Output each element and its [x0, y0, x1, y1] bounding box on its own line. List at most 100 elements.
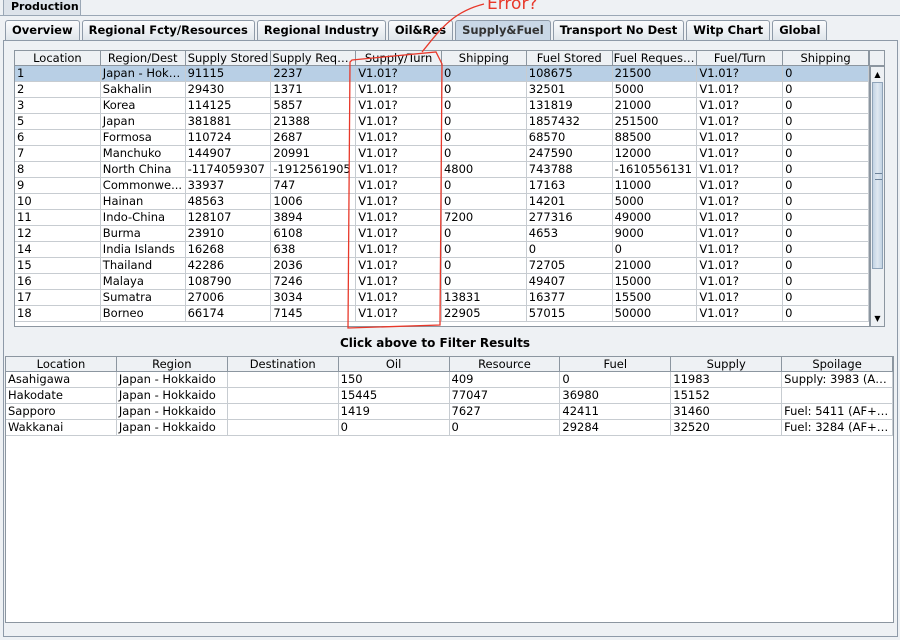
detail-table-column-header[interactable]: Location [6, 357, 117, 371]
supply-fuel-table-cell: V1.01? [356, 98, 442, 113]
detail-table-cell: 11983 [671, 372, 783, 387]
supply-fuel-table-row[interactable]: 18 Borneo 66174 7145 V1.01? 22905 57015 50000 V1… [15, 306, 869, 322]
supply-fuel-table-cell: 743788 [527, 162, 613, 177]
supply-fuel-table-cell: 2237 [271, 66, 357, 81]
detail-table-cell [228, 388, 339, 403]
supply-fuel-table-row[interactable]: 17 Sumatra 27006 3034 V1.01? 13831 16377 15500 V… [15, 290, 869, 306]
supply-fuel-table-cell: 2 [15, 82, 101, 97]
supply-fuel-table-cell: 16 [15, 274, 101, 289]
tab-witp-chart[interactable]: Witp Chart [686, 20, 771, 40]
supply-fuel-table-row[interactable]: 2 Sakhalin 29430 1371 V1.01? 0 32501 5000 V1.01?… [15, 82, 869, 98]
supply-fuel-table-cell: V1.01? [356, 226, 442, 241]
detail-table-row[interactable]: Wakkanai Japan - Hokkaido 0 0 29284 32520 Fuel… [6, 420, 893, 436]
supply-fuel-table-cell: 21000 [613, 98, 698, 113]
detail-table-column-header[interactable]: Spoilage [782, 357, 893, 371]
detail-table-row[interactable]: Asahigawa Japan - Hokkaido 150 409 0 11983 Sup… [6, 372, 893, 388]
detail-table-column-header[interactable]: Resource [450, 357, 561, 371]
supply-fuel-table-cell: 0 [783, 178, 869, 193]
supply-fuel-table-row[interactable]: 9 Commonwe... 33937 747 V1.01? 0 17163 11000 V1.… [15, 178, 869, 194]
supply-fuel-table-cell: 0 [783, 274, 869, 289]
tab-overview[interactable]: Overview [5, 20, 80, 40]
supply-fuel-table-cell: 3894 [271, 210, 357, 225]
scroll-down-icon[interactable]: ▼ [871, 311, 884, 326]
supply-fuel-table-cell: Burma [101, 226, 186, 241]
tab-supply-fuel[interactable]: Supply&Fuel [455, 20, 551, 40]
supply-fuel-table-column-header[interactable]: Shipping [783, 51, 869, 65]
supply-fuel-table-cell: V1.01? [697, 66, 784, 81]
supply-fuel-table-cell: 66174 [186, 306, 272, 321]
supply-fuel-table-row[interactable]: 10 Hainan 48563 1006 V1.01? 0 14201 5000 V1.01? 0 [15, 194, 869, 210]
supply-fuel-table-cell: 0 [442, 98, 527, 113]
supply-fuel-table-cell: 247590 [527, 146, 613, 161]
supply-fuel-table-column-header[interactable]: Fuel/Turn [697, 51, 784, 65]
supply-fuel-table-column-header[interactable]: Region/Dest [101, 51, 186, 65]
tab-transport-no-dest[interactable]: Transport No Dest [552, 20, 685, 40]
supply-fuel-table-cell: 12 [15, 226, 101, 241]
supply-fuel-table-cell: 0 [783, 82, 869, 97]
supply-fuel-table-cell: V1.01? [356, 146, 442, 161]
vertical-scrollbar[interactable]: ▲ ▼ [870, 66, 885, 327]
tab-regional-fcty-resources[interactable]: Regional Fcty/Resources [81, 20, 255, 40]
supply-fuel-table-cell: 0 [783, 194, 869, 209]
supply-fuel-table-row[interactable]: 12 Burma 23910 6108 V1.01? 0 4653 9000 V1.01? 0 [15, 226, 869, 242]
supply-fuel-table-column-header[interactable]: Supply/Turn [356, 51, 442, 65]
supply-fuel-table-row[interactable]: 8 North China -1174059307 -1912561905 V1.01?… [15, 162, 869, 178]
detail-table-column-header[interactable]: Fuel [560, 357, 672, 371]
supply-fuel-table-cell: V1.01? [356, 130, 442, 145]
detail-table-cell: 15152 [671, 388, 783, 403]
supply-fuel-table-row[interactable]: 14 India Islands 16268 638 V1.01? 0 0 0 V1.01? 0 [15, 242, 869, 258]
supply-fuel-table-row[interactable]: 1 Japan - Hokk... 91115 2237 V1.01? 0 108675 21… [15, 66, 869, 82]
detail-table-row[interactable]: Sapporo Japan - Hokkaido 1419 7627 42411 3146… [6, 404, 893, 420]
supply-fuel-table-row[interactable]: 6 Formosa 110724 2687 V1.01? 0 68570 88500 V1.01… [15, 130, 869, 146]
tab-global[interactable]: Global [772, 20, 828, 40]
detail-table: Location Region Destination Oil Resource Fuel… [5, 356, 894, 623]
detail-table-cell: Hakodate [6, 388, 117, 403]
supply-fuel-table-cell: V1.01? [697, 290, 784, 305]
supply-fuel-table-row[interactable]: 16 Malaya 108790 7246 V1.01? 0 49407 15000 V1.01… [15, 274, 869, 290]
supply-fuel-table-cell: V1.01? [697, 194, 784, 209]
tab-regional-industry[interactable]: Regional Industry [256, 20, 386, 40]
supply-fuel-table-cell: 0 [783, 98, 869, 113]
tab-bar: Overview Regional Fcty/Resources Regiona… [5, 20, 829, 41]
detail-table-cell: 1419 [339, 404, 450, 419]
supply-fuel-table-cell: V1.01? [697, 114, 784, 129]
supply-fuel-table-row[interactable]: 5 Japan 381881 21388 V1.01? 0 1857432 251500 V1.… [15, 114, 869, 130]
supply-fuel-table-cell: 0 [527, 242, 613, 257]
detail-table-column-header[interactable]: Destination [228, 357, 339, 371]
tab-oil-res[interactable]: Oil&Res [387, 20, 454, 40]
supply-fuel-table-column-header[interactable]: Fuel Stored [527, 51, 613, 65]
supply-fuel-table-cell: India Islands [101, 242, 186, 257]
detail-table-cell: 0 [339, 420, 450, 435]
supply-fuel-table-row[interactable]: 11 Indo-China 128107 3894 V1.01? 7200 277316 49… [15, 210, 869, 226]
detail-table-column-header[interactable]: Oil [339, 357, 450, 371]
supply-fuel-table-row[interactable]: 3 Korea 114125 5857 V1.01? 0 131819 21000 V1.01?… [15, 98, 869, 114]
supply-fuel-table-column-header[interactable]: Shipping [442, 51, 527, 65]
supply-fuel-table-cell: V1.01? [697, 242, 784, 257]
supply-fuel-table-cell: 0 [783, 146, 869, 161]
supply-fuel-table-cell: 1006 [271, 194, 357, 209]
supply-fuel-table-cell: 7246 [271, 274, 357, 289]
detail-table-cell: 77047 [450, 388, 561, 403]
detail-table-row[interactable]: Hakodate Japan - Hokkaido 15445 77047 36980 1… [6, 388, 893, 404]
supply-fuel-table-column-header[interactable]: Fuel Request... [613, 51, 698, 65]
detail-table-column-header[interactable]: Supply [671, 357, 783, 371]
supply-fuel-table-cell: Japan - Hokk... [102, 66, 186, 81]
supply-fuel-table-column-header[interactable]: Location [15, 51, 101, 65]
supply-fuel-table-cell: V1.01? [697, 130, 784, 145]
supply-fuel-table-row[interactable]: 7 Manchuko 144907 20991 V1.01? 0 247590 12000 V1… [15, 146, 869, 162]
supply-fuel-table-cell: V1.01? [356, 82, 442, 97]
detail-table-cell: 7627 [450, 404, 561, 419]
supply-fuel-table-column-header[interactable]: Supply Requ... [271, 51, 357, 65]
detail-table-column-header[interactable]: Region [117, 357, 228, 371]
supply-fuel-table-column-header[interactable]: Supply Stored [186, 51, 272, 65]
detail-table-cell: Fuel: 3284 (AF+P... [784, 420, 893, 435]
supply-fuel-table-row[interactable]: 15 Thailand 42286 2036 V1.01? 0 72705 21000 V1.0… [15, 258, 869, 274]
supply-fuel-table-cell: 0 [442, 258, 527, 273]
scrollbar-thumb[interactable] [872, 82, 883, 269]
supply-fuel-table-cell: Sakhalin [101, 82, 186, 97]
scroll-up-icon[interactable]: ▲ [871, 67, 884, 82]
supply-fuel-table-cell: 5000 [613, 194, 698, 209]
supply-fuel-table-cell: V1.01? [697, 306, 784, 321]
supply-fuel-table-cell: 0 [442, 130, 527, 145]
supply-fuel-table-cell: V1.01? [356, 258, 442, 273]
